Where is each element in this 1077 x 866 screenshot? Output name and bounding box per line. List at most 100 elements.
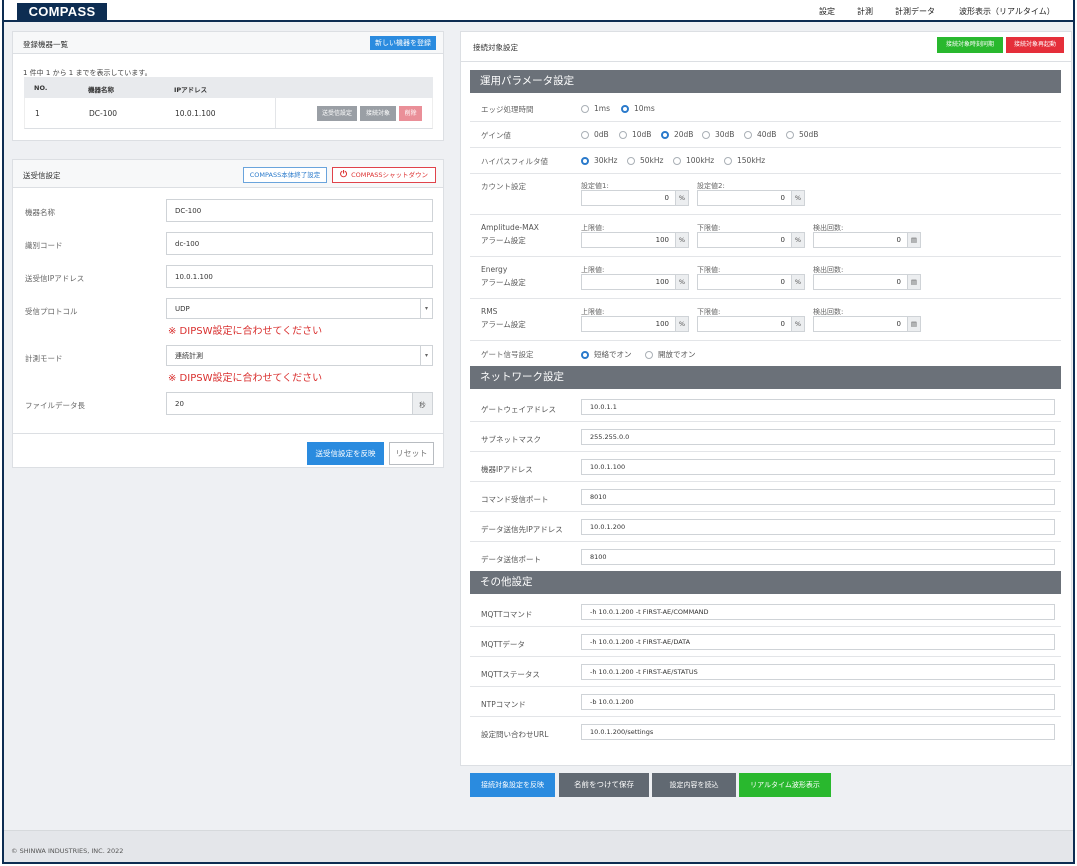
net-row-input[interactable]: 10.0.1.200 [581, 519, 1055, 535]
count-s1-input[interactable]: 0 [581, 190, 676, 206]
radio-edge-1ms[interactable]: 1ms [581, 104, 610, 113]
amp-lower-input[interactable]: 0 [697, 232, 792, 248]
conn-apply-button[interactable]: 接続対象設定を反映 [470, 773, 555, 797]
net-row-input[interactable]: 10.0.1.1 [581, 399, 1055, 415]
panel-header: 登録機器一覧 新しい機器を登録 [13, 32, 443, 54]
protocol-warning: ※ DIPSW設定に合わせてください [168, 326, 323, 337]
protocol-select[interactable]: UDP ▾ [166, 298, 433, 319]
footer: © SHINWA INDUSTRIES, INC. 2022 [4, 830, 1073, 862]
load-settings-button[interactable]: 設定内容を読込 [652, 773, 736, 797]
row-divider [470, 511, 1061, 512]
amp-label-1: Amplitude-MAX [481, 223, 539, 232]
terminate-settings-button[interactable]: COMPASS本体終了設定 [243, 167, 327, 183]
txrx-apply-button[interactable]: 送受信設定を反映 [307, 442, 384, 465]
other-row-input[interactable]: 10.0.1.200/settings [581, 724, 1055, 740]
other-row-label: MQTTステータス [481, 670, 540, 679]
nav-settings[interactable]: 設定 [819, 6, 835, 17]
shutdown-button[interactable]: ⏻ COMPASSシャットダウン [332, 167, 436, 183]
radio-hpf-50khz[interactable]: 50kHz [627, 156, 663, 165]
realtime-waveform-button[interactable]: リアルタイム波形表示 [739, 773, 831, 797]
radio-hpf-150khz[interactable]: 150kHz [724, 156, 765, 165]
mode-select[interactable]: 連続計測 ▾ [166, 345, 433, 366]
mode-warning: ※ DIPSW設定に合わせてください [168, 373, 323, 384]
radio-edge-10ms[interactable]: 10ms [621, 104, 655, 113]
file-len-input[interactable]: 20 [166, 392, 413, 415]
txrx-ip-input[interactable]: 10.0.1.100 [166, 265, 433, 288]
rms-lower-input[interactable]: 0 [697, 316, 792, 332]
nav-measure-data[interactable]: 計測データ [895, 6, 935, 17]
net-row-input[interactable]: 10.0.1.100 [581, 459, 1055, 475]
radio-gain-30db[interactable]: 30dB [702, 130, 734, 139]
connect-target-button[interactable]: 接続対象 [360, 106, 396, 121]
other-row-input[interactable]: -h 10.0.1.200 -t FIRST-AE/DATA [581, 634, 1055, 650]
percent-unit: % [675, 190, 689, 206]
energy-label-2: アラーム設定 [481, 278, 526, 287]
other-row-input[interactable]: -b 10.0.1.200 [581, 694, 1055, 710]
file-len-label: ファイルデータ長 [25, 401, 85, 410]
count-s2-input[interactable]: 0 [697, 190, 792, 206]
save-as-button[interactable]: 名前をつけて保存 [559, 773, 649, 797]
restart-button[interactable]: 接続対象再起動 [1006, 37, 1064, 53]
gain-label: ゲイン値 [481, 131, 511, 140]
calendar-icon: ▤ [907, 316, 921, 332]
nav-waveform-realtime[interactable]: 波形表示（リアルタイム） [959, 6, 1055, 17]
hpf-label: ハイパスフィルタ値 [481, 157, 549, 166]
radio-hpf-30khz[interactable]: 30kHz [581, 156, 617, 165]
row-name: DC-100 [89, 109, 118, 118]
row-no: 1 [35, 109, 40, 118]
row-divider [470, 541, 1061, 542]
app-logo[interactable]: COMPASS [17, 3, 107, 20]
panel-header: 送受信設定 COMPASS本体終了設定 ⏻ COMPASSシャットダウン [13, 160, 443, 188]
rms-upper-input[interactable]: 100 [581, 316, 676, 332]
row-divider [470, 340, 1061, 341]
amp-detect-input[interactable]: 0 [813, 232, 908, 248]
rms-detect-input[interactable]: 0 [813, 316, 908, 332]
radio-gain-0db[interactable]: 0dB [581, 130, 609, 139]
divider [460, 61, 1072, 62]
calendar-icon: ▤ [907, 232, 921, 248]
nav-measure[interactable]: 計測 [857, 6, 873, 17]
device-name-input[interactable]: DC-100 [166, 199, 433, 222]
net-row-input[interactable]: 255.255.0.0 [581, 429, 1055, 445]
other-row-label: NTPコマンド [481, 700, 526, 709]
delete-button[interactable]: 削除 [399, 106, 422, 121]
radio-gate-short[interactable]: 短絡でオン [581, 349, 632, 360]
row-divider [470, 214, 1061, 215]
amp-upper-input[interactable]: 100 [581, 232, 676, 248]
percent-unit: % [791, 274, 805, 290]
percent-unit: % [791, 232, 805, 248]
net-row-input[interactable]: 8010 [581, 489, 1055, 505]
send-settings-button[interactable]: 送受信設定 [317, 106, 357, 121]
table-row[interactable]: 1 DC-100 10.0.1.100 送受信設定 接続対象 削除 [24, 98, 433, 129]
new-device-button[interactable]: 新しい機器を登録 [370, 36, 436, 50]
section-network: ネットワーク設定 [470, 366, 1061, 389]
radio-gain-20db[interactable]: 20dB [661, 130, 693, 139]
row-divider [470, 256, 1061, 257]
device-list-title: 登録機器一覧 [23, 40, 68, 49]
other-row-input[interactable]: -h 10.0.1.200 -t FIRST-AE/STATUS [581, 664, 1055, 680]
radio-hpf-100khz[interactable]: 100kHz [673, 156, 714, 165]
energy-upper-input[interactable]: 100 [581, 274, 676, 290]
energy-lower-input[interactable]: 0 [697, 274, 792, 290]
radio-selected-icon [621, 104, 629, 113]
id-code-input[interactable]: dc-100 [166, 232, 433, 255]
device-list-panel: 登録機器一覧 新しい機器を登録 1 件中 1 から 1 までを表示しています。 … [12, 31, 444, 141]
radio-gain-50db[interactable]: 50dB [786, 130, 818, 139]
top-bar: COMPASS 設定 計測 計測データ 波形表示（リアルタイム） [4, 0, 1073, 20]
rms-label-2: アラーム設定 [481, 320, 526, 329]
time-sync-button[interactable]: 接続対象時刻同期 [937, 37, 1003, 53]
row-divider [470, 147, 1061, 148]
reset-button[interactable]: リセット [389, 442, 434, 465]
energy-detect-input[interactable]: 0 [813, 274, 908, 290]
radio-gain-40db[interactable]: 40dB [744, 130, 776, 139]
net-row-label: 機器IPアドレス [481, 465, 533, 474]
radio-gain-10db[interactable]: 10dB [619, 130, 651, 139]
other-row-input[interactable]: -h 10.0.1.200 -t FIRST-AE/COMMAND [581, 604, 1055, 620]
other-row-label: MQTTデータ [481, 640, 525, 649]
protocol-label: 受信プロトコル [25, 307, 78, 316]
radio-gate-open[interactable]: 開放でオン [645, 349, 696, 360]
net-row-input[interactable]: 8100 [581, 549, 1055, 565]
percent-unit: % [791, 316, 805, 332]
row-divider [470, 656, 1061, 657]
id-code-label: 識別コード [25, 241, 63, 250]
